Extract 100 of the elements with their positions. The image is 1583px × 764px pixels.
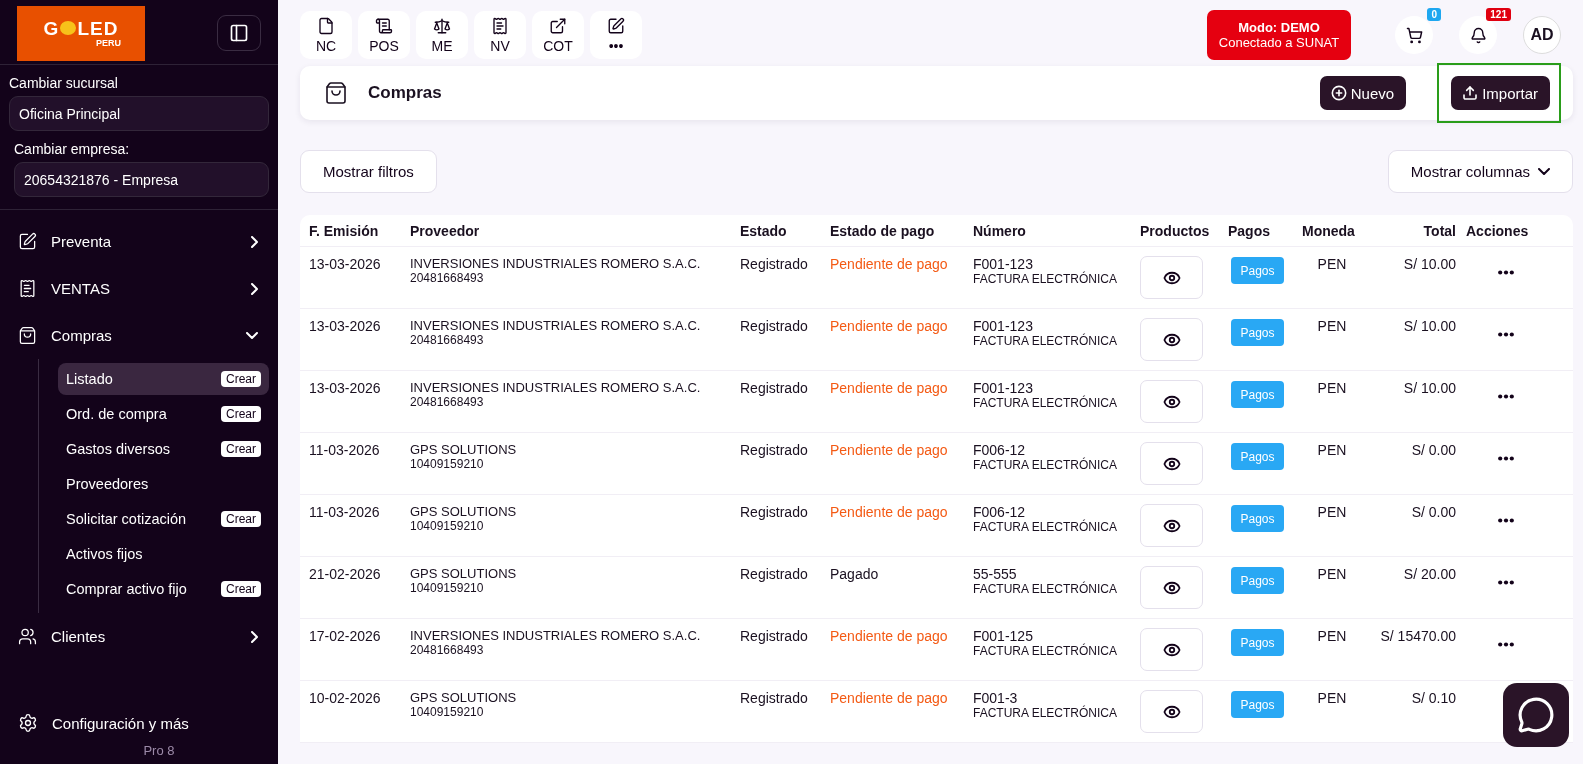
panel-icon [229,23,249,43]
company-select[interactable]: 20654321876 - Empresa [14,162,269,197]
supplier-ruc: 20481668493 [410,271,485,285]
table-cell-text: S/ 0.10 [1410,690,1457,708]
view-products-button[interactable] [1140,318,1203,361]
create-button[interactable]: Crear [221,581,261,597]
filters-button[interactable]: Mostrar filtros [300,150,437,193]
more-button[interactable] [1498,270,1514,275]
view-products-button[interactable] [1140,256,1203,299]
table-cell-text: PEN [1316,690,1348,708]
scroll-icon [375,16,393,35]
shortcut-button[interactable]: NC [300,11,352,59]
payment-status: Pendiente de pago [830,628,948,644]
document-type: FACTURA ELECTRÓNICA [973,334,1119,348]
branch-select[interactable]: Oficina Principal [9,96,269,131]
supplier-name: INVERSIONES INDUSTRIALES ROMERO S.A.C. [410,318,702,333]
table-cell-text: S/ 15470.00 [1379,628,1457,646]
pencil-icon [607,16,625,35]
table-cell-text: S/ 10.00 [1402,318,1457,336]
user-avatar[interactable]: AD [1523,16,1561,54]
more-button[interactable] [1498,642,1514,647]
supplier-ruc: 10409159210 [410,705,485,719]
table-cell-text: 11-03-2026 [309,504,381,522]
more-button[interactable] [1498,580,1514,585]
table-cell-text: PEN [1316,566,1348,584]
columns-dropdown[interactable]: Mostrar columnas [1387,150,1573,193]
create-button[interactable]: Crear [221,371,261,387]
view-products-button[interactable] [1140,504,1203,547]
create-button[interactable]: Crear [221,511,261,527]
document-number: F001-3 [973,690,1019,706]
shortcut-button[interactable]: ME [416,11,468,59]
more-icon [1498,394,1514,399]
bag-icon [18,326,37,345]
logo: G LED PERU [17,5,145,61]
document-type: FACTURA ELECTRÓNICA [973,272,1119,286]
view-products-button[interactable] [1140,380,1203,423]
table-cell-text: S/ 0.00 [1410,442,1457,460]
action-button[interactable]: Importar [1451,76,1550,110]
create-button[interactable]: Crear [221,441,261,457]
supplier-name: GPS SOLUTIONS [410,690,518,705]
more-button[interactable] [1498,332,1514,337]
cart-button[interactable] [1395,16,1433,54]
table-cell-text: PEN [1316,318,1348,336]
column-header: Moneda [1302,222,1356,239]
nav-item[interactable]: Compras [18,312,258,359]
submenu-item[interactable]: Gastos diversos Crear [58,433,269,465]
document-type: FACTURA ELECTRÓNICA [973,520,1119,534]
table-cell-text: Registrado [740,566,809,584]
column-header: Total [1422,222,1457,239]
column-header: Pagos [1228,222,1271,239]
submenu-item[interactable]: Listado Crear [58,363,269,395]
shortcut-button[interactable]: NV [474,11,526,59]
shortcut-button[interactable]: COT [532,11,584,59]
payment-status: Pagado [830,566,879,582]
payment-status: Pendiente de pago [830,442,948,458]
more-icon [1498,270,1514,275]
supplier-ruc: 10409159210 [410,581,485,595]
submenu-item[interactable]: Proveedores [58,468,269,500]
create-button[interactable]: Crear [221,406,261,422]
nav-item[interactable]: Preventa [18,218,258,265]
view-products-button[interactable] [1140,442,1203,485]
receipt-icon [18,279,37,298]
field-label: Cambiar sucursal [9,74,119,91]
table-cell-text: 10-02-2026 [309,690,382,708]
supplier-name: INVERSIONES INDUSTRIALES ROMERO S.A.C. [410,380,702,395]
submenu-item[interactable]: Solicitar cotización Crear [58,503,269,535]
chat-icon [1517,696,1555,734]
chat-button[interactable] [1503,683,1569,747]
table-cell-text: Registrado [740,628,809,646]
nav-item[interactable]: Clientes [18,613,258,660]
more-button[interactable] [1498,518,1514,523]
notifications-button[interactable] [1459,16,1497,54]
column-header: Acciones [1466,222,1530,239]
submenu-item[interactable]: Comprar activo fijo Crear [58,573,269,605]
settings-item[interactable]: Configuración y más [18,703,260,743]
mode-badge: Modo: DEMO Conectado a SUNAT [1207,10,1351,60]
document-number: F001-125 [973,628,1033,644]
payment-status: Pendiente de pago [830,318,948,334]
action-button[interactable]: Nuevo [1319,76,1407,110]
table-cell-text: Registrado [740,380,809,398]
shortcut-button[interactable]: ••• [590,11,642,59]
document-number: F006-12 [973,442,1027,458]
document-type: FACTURA ELECTRÓNICA [973,396,1119,410]
submenu-item[interactable]: Ord. de compra Crear [58,398,269,430]
sidebar-toggle-button[interactable] [217,15,261,51]
pencil-icon [18,232,37,251]
supplier-ruc: 20481668493 [410,333,485,347]
shortcut-button[interactable]: POS [358,11,410,59]
more-button[interactable] [1498,394,1514,399]
view-products-button[interactable] [1140,628,1203,671]
view-products-button[interactable] [1140,690,1203,733]
submenu-item[interactable]: Activos fijos [58,538,269,570]
more-button[interactable] [1498,456,1514,461]
table-cell-text: PEN [1316,628,1348,646]
payment-status: Pendiente de pago [830,504,948,520]
view-products-button[interactable] [1140,566,1203,609]
count-badge: 121 [1486,8,1511,21]
cart-icon [1405,26,1423,44]
more-icon [1498,518,1514,523]
nav-item[interactable]: VENTAS [18,265,258,312]
